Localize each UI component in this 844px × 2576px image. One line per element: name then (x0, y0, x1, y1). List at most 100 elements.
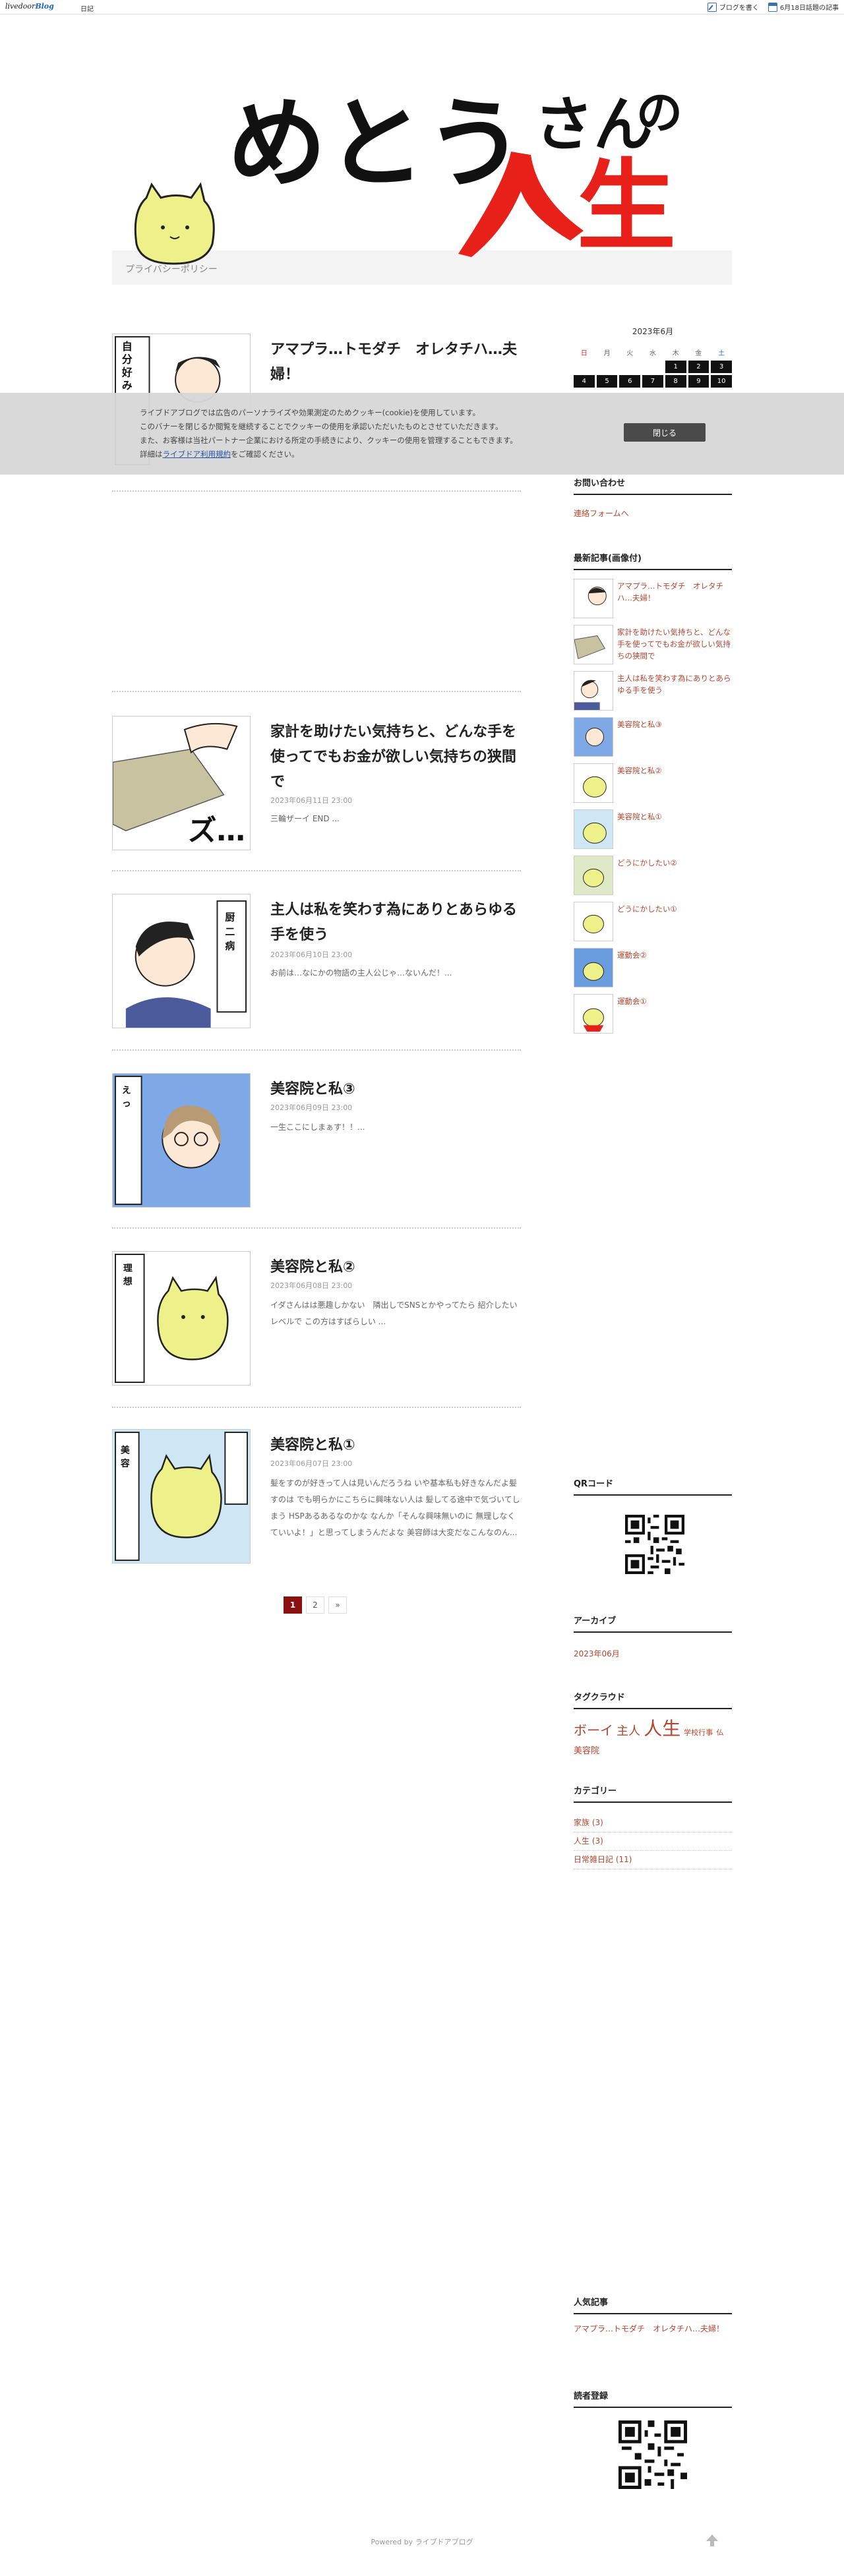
tag-link[interactable]: 美容院 (574, 1746, 599, 1756)
article-card[interactable]: 理 想 美容院と私② 2023年06月08日 23:00 イダさんはは悪趣しかな… (112, 1251, 521, 1396)
recent-article-thumbnail (574, 856, 613, 895)
calendar-title: 2023年6月 (632, 327, 674, 336)
contact-form-link[interactable]: 連絡フォームへ (574, 508, 629, 519)
weekday-label: 月 (603, 350, 611, 357)
calendar-day[interactable]: 4 (574, 375, 595, 388)
article-title[interactable]: アマプラ…トモダチ オレタチハ…夫婦！ (270, 337, 521, 388)
article-title[interactable]: 美容院と私① (270, 1433, 521, 1458)
calendar-day[interactable]: 6 (619, 375, 641, 388)
write-blog-button[interactable]: ブログを書く (707, 2, 759, 12)
recent-article-title[interactable]: 運動会① (617, 995, 732, 1007)
category-link[interactable]: 日常雑日記 (11) (574, 1854, 732, 1869)
topic-articles-button[interactable]: 6月18日話題の記事 (768, 2, 839, 12)
tag-link[interactable]: 主人 (617, 1724, 640, 1738)
divider (112, 1227, 521, 1229)
recent-article[interactable]: アマプラ…トモダチ オレタチハ…夫婦！ (574, 579, 732, 618)
next-page-button[interactable]: » (328, 1596, 347, 1614)
page-1-button[interactable]: 1 (284, 1596, 302, 1614)
blog-header[interactable]: プライバシーポリシー めとう さん の 生 (112, 53, 732, 285)
calendar-day[interactable]: 10 (711, 375, 732, 388)
tag-link[interactable]: 仏 (716, 1728, 723, 1737)
recent-article-title[interactable]: どうにかしたい② (617, 857, 732, 869)
calendar-empty-cell (642, 361, 663, 373)
article-title[interactable]: 美容院と私③ (270, 1077, 521, 1102)
recent-article-title[interactable]: 美容院と私① (617, 811, 732, 823)
archive-link[interactable]: 2023年06月 (574, 1648, 620, 1659)
tag-link[interactable]: 人生 (644, 1718, 680, 1740)
article-card[interactable]: ズ… 家計を助けたい気持ちと、どんな手を使ってでもお金が欲しい気持ちの狭間で 2… (112, 716, 521, 861)
recent-article[interactable]: どうにかしたい② (574, 856, 732, 895)
recent-article[interactable]: 主人は私を笑わす為にありとあらゆる手を使う (574, 671, 732, 711)
recent-article-title[interactable]: 主人は私を笑わす為にありとあらゆる手を使う (617, 672, 732, 696)
cookie-close-button[interactable]: 閉じる (624, 423, 706, 442)
weekday-label: 金 (695, 350, 702, 357)
calendar-day[interactable]: 7 (642, 375, 663, 388)
back-to-top-icon[interactable] (704, 2532, 720, 2548)
article-card[interactable]: 厨 二 病 主人は私を笑わす為にありとあらゆる手を使う 2023年06月10日 … (112, 894, 521, 1039)
divider (112, 1407, 521, 1408)
calendar-day[interactable]: 8 (665, 375, 686, 388)
recent-article-title[interactable]: アマプラ…トモダチ オレタチハ…夫婦！ (617, 580, 732, 604)
recent-article-title[interactable]: 美容院と私③ (617, 718, 732, 730)
recent-article-thumbnail (574, 579, 613, 618)
divider (112, 691, 521, 692)
category-link[interactable]: 家族 (3) (574, 1817, 732, 1832)
calendar-icon (768, 2, 777, 12)
svg-text:二: 二 (225, 925, 235, 937)
article-thumbnail[interactable]: 理 想 (112, 1251, 251, 1386)
livedoor-blog-logo[interactable]: livedoorBlog (5, 2, 54, 11)
popular-article-link[interactable]: アマプラ…トモダチ オレタチハ…夫婦！ (574, 2323, 732, 2335)
recent-article[interactable]: 美容院と私② (574, 763, 732, 803)
weekday-label: 日 (580, 350, 588, 357)
article-title[interactable]: 主人は私を笑わす為にありとあらゆる手を使う (270, 898, 521, 948)
recent-article-title[interactable]: 家計を助けたい気持ちと、どんな手を使ってでもお金が欲しい気持ちの狭間で (617, 626, 732, 662)
reader-registration-heading: 読者登録 (574, 2389, 732, 2408)
diary-link[interactable]: 日記 (80, 3, 94, 13)
recent-article-thumbnail (574, 994, 613, 1034)
weekday-label: 水 (649, 350, 656, 357)
tag-link[interactable]: ボーイ (574, 1722, 613, 1738)
recent-articles-heading: 最新記事(画像付) (574, 551, 732, 570)
cookie-consent-banner: ライブドアブログでは広告のパーソナライズや効果測定のためクッキー(cookie)… (0, 393, 844, 475)
article-title[interactable]: 家計を助けたい気持ちと、どんな手を使ってでもお金が欲しい気持ちの狭間で (270, 720, 521, 795)
calendar-day[interactable]: 3 (711, 361, 732, 373)
article-thumbnail[interactable]: 美 容 (112, 1429, 251, 1564)
recent-article-title[interactable]: 運動会② (617, 949, 732, 961)
article-card[interactable]: 美 容 美容院と私① 2023年06月07日 23:00 髪をすのが好きって人は… (112, 1429, 521, 1574)
page-2-button[interactable]: 2 (306, 1596, 324, 1614)
recent-article[interactable]: 家計を助けたい気持ちと、どんな手を使ってでもお金が欲しい気持ちの狭間で (574, 625, 732, 664)
recent-article[interactable]: 運動会② (574, 948, 732, 987)
article-date: 2023年06月11日 23:00 (270, 796, 353, 805)
article-excerpt: 一生ここにしまぁす！！... (270, 1123, 365, 1132)
calendar-day[interactable]: 1 (665, 361, 686, 373)
terms-link[interactable]: ライブドア利用規約 (163, 450, 231, 459)
category-link[interactable]: 人生 (3) (574, 1835, 732, 1851)
svg-text:み: み (122, 379, 133, 392)
calendar-day[interactable]: 9 (688, 375, 709, 388)
recent-article[interactable]: 美容院と私① (574, 809, 732, 849)
calendar-day[interactable]: 2 (688, 361, 709, 373)
article-thumbnail[interactable]: え っ (112, 1073, 251, 1208)
top-toolbar: livedoorBlog 日記 ブログを書く 6月18日話題の記事 (0, 0, 844, 15)
article-card[interactable]: え っ 美容院と私③ 2023年06月09日 23:00 一生ここにしまぁす！！… (112, 1073, 521, 1218)
recent-article-title[interactable]: 美容院と私② (617, 765, 732, 776)
svg-text:自: 自 (122, 340, 133, 353)
recent-article[interactable]: 運動会① (574, 994, 732, 1034)
tag-link[interactable]: 学校行事 (684, 1728, 713, 1737)
recent-article-thumbnail (574, 763, 613, 803)
article-excerpt: 三輪ザーイ END ... (270, 814, 340, 823)
article-thumbnail[interactable]: ズ… (112, 716, 251, 850)
weekday-label: 土 (718, 350, 725, 357)
calendar-day[interactable]: 5 (596, 375, 618, 388)
calendar-empty-cell (597, 361, 618, 373)
svg-text:好: 好 (121, 366, 133, 378)
article-title[interactable]: 美容院と私② (270, 1255, 521, 1280)
article-thumbnail[interactable]: 厨 二 病 (112, 894, 251, 1028)
recent-article-thumbnail (574, 809, 613, 849)
recent-article-title[interactable]: どうにかしたい① (617, 903, 732, 915)
weekday-label: 木 (672, 350, 679, 357)
reader-qr-code (618, 2420, 687, 2489)
recent-article[interactable]: どうにかしたい① (574, 902, 732, 941)
article-excerpt: 髪をすのが好きって人は見いんだろうね いや基本私も好きなんだよ髪すのは でも明ら… (270, 1478, 520, 1537)
recent-article[interactable]: 美容院と私③ (574, 717, 732, 757)
